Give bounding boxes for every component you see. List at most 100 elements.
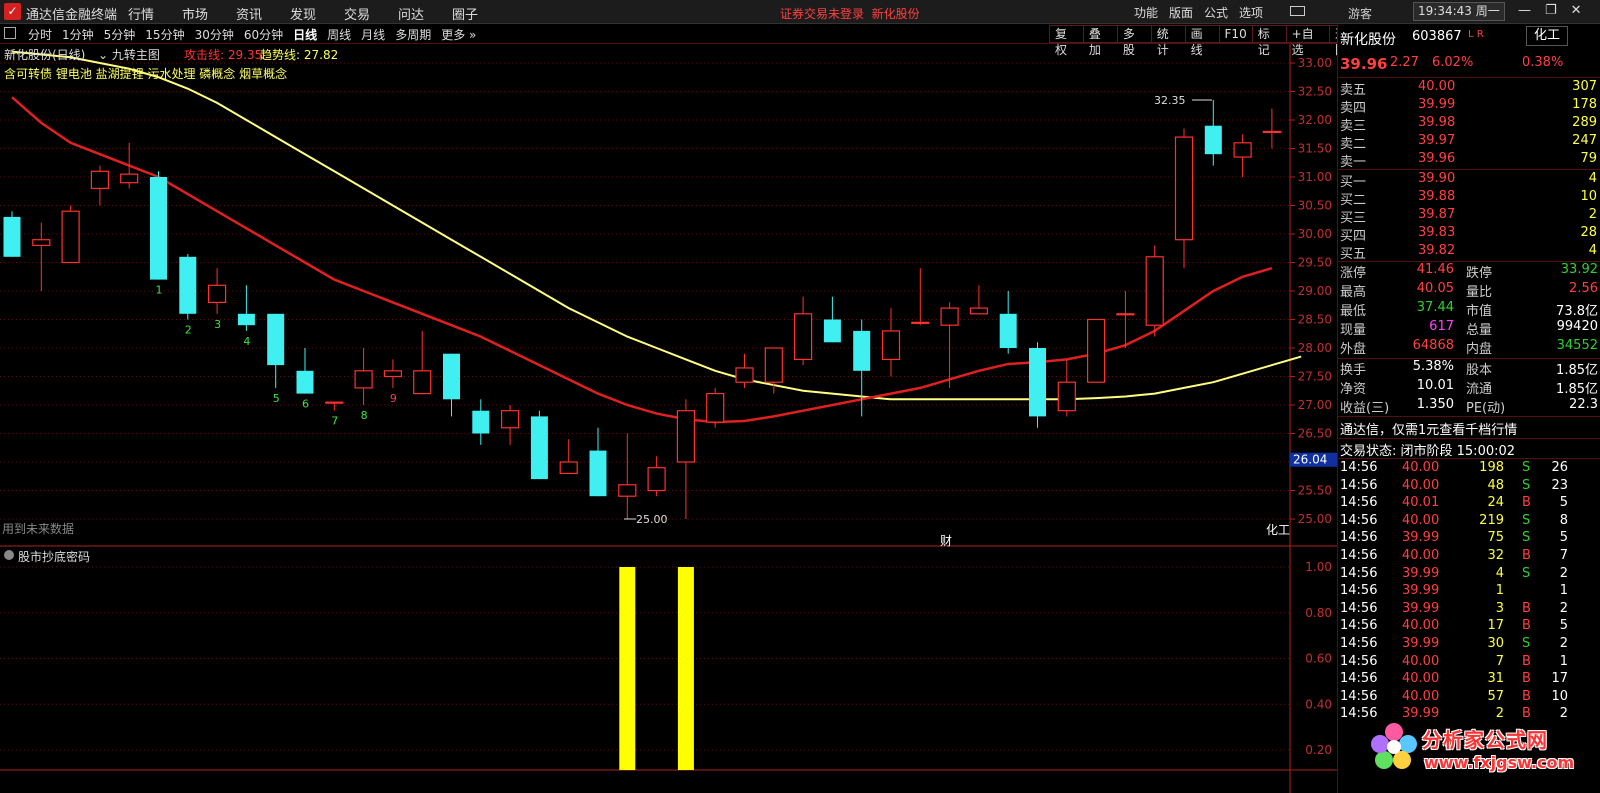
quote-row: 买二 39.88 10: [1338, 189, 1600, 208]
tick-count: 1: [1559, 583, 1568, 599]
tool-button-2[interactable]: 多股: [1116, 25, 1152, 57]
tick-side: B: [1522, 688, 1531, 704]
mail-icon[interactable]: [1290, 6, 1305, 16]
menu-item-2[interactable]: 资讯: [236, 4, 290, 23]
price-tick-label: 27.50: [1298, 370, 1332, 384]
tick-time: 14:56: [1340, 653, 1378, 669]
tick-volume: 57: [1487, 688, 1504, 704]
nine-count-label: 5: [273, 392, 280, 405]
tick-price: 40.00: [1402, 460, 1440, 475]
tab-period-5[interactable]: 60分钟: [244, 26, 283, 43]
tool-button-7[interactable]: +自选: [1285, 25, 1331, 57]
tick-side: S: [1522, 530, 1531, 546]
sector-button[interactable]: 化工: [1526, 26, 1568, 46]
tick-count: 10: [1551, 688, 1568, 704]
promo-link[interactable]: 通达信，仅需1元查看千档行情: [1340, 419, 1517, 438]
watermark-title: 分析家公式网: [1422, 728, 1548, 752]
change-percent: 6.02%: [1432, 55, 1474, 70]
candle-body-up: [1116, 313, 1135, 316]
stat-label: 市值: [1466, 304, 1493, 319]
tab-period-6[interactable]: 日线: [293, 26, 317, 43]
main-indicator-name[interactable]: ⌄ 九转主图: [98, 46, 160, 63]
quote-row: 14:56 40.00 198 S 26: [1338, 460, 1600, 478]
tick-volume: 24: [1487, 495, 1504, 511]
quote-row: 买一 39.90 4: [1338, 171, 1600, 190]
tick-price: 40.00: [1402, 688, 1440, 704]
menu-item-0[interactable]: 行情: [128, 4, 182, 23]
tick-count: 7: [1559, 548, 1568, 563]
tab-period-4[interactable]: 30分钟: [195, 26, 234, 43]
right-menu-item-3[interactable]: 选项: [1239, 4, 1263, 21]
stat-value: 73.8亿: [1556, 304, 1598, 319]
menu-item-3[interactable]: 发现: [290, 4, 344, 23]
tick-volume: 1: [1495, 583, 1504, 599]
candle-body-up: [501, 410, 520, 429]
candle-body-down: [823, 319, 841, 343]
candle-body-up: [1145, 256, 1164, 326]
tick-price: 40.00: [1402, 671, 1440, 687]
stat-value: 37.44: [1416, 300, 1454, 315]
tick-volume: 3: [1495, 600, 1504, 616]
menu-item-6[interactable]: 圈子: [452, 4, 506, 23]
tab-period-2[interactable]: 5分钟: [104, 26, 136, 43]
tool-button-6[interactable]: 标记: [1251, 25, 1287, 57]
menu-item-4[interactable]: 交易: [344, 4, 398, 23]
tab-period-1[interactable]: 1分钟: [62, 26, 94, 43]
trend-line: [11, 50, 1302, 401]
tab-period-10[interactable]: 更多 »: [441, 26, 476, 43]
candle-body-up: [881, 330, 901, 360]
tool-button-0[interactable]: 复权: [1049, 25, 1084, 57]
bid-label: 买三: [1340, 211, 1367, 226]
indicator-toggle-icon[interactable]: [4, 550, 14, 560]
tick-side: B: [1522, 653, 1531, 669]
tick-time: 14:56: [1340, 512, 1378, 528]
bid-price: 39.90: [1418, 171, 1456, 186]
quote-row: 现量 617 总量 99420: [1338, 319, 1600, 338]
tick-count: 17: [1551, 671, 1568, 687]
tab-period-3[interactable]: 15分钟: [145, 26, 184, 43]
finance-marker[interactable]: 财: [940, 532, 952, 549]
kline-chart[interactable]: 33.0032.5032.0031.5031.0030.5030.0029.50…: [0, 44, 1337, 793]
tool-button-4[interactable]: 画线: [1184, 25, 1220, 57]
login-notice[interactable]: 证券交易未登录 新化股份: [780, 5, 920, 22]
stat-value: 99420: [1556, 319, 1598, 334]
tab-period-7[interactable]: 周线: [327, 26, 351, 43]
period-toolbar: 分时 1分钟 5分钟 15分钟 30分钟 60分钟 日线 周线 月线 多周期 更多 » 复权 叠加 多股…: [0, 24, 1364, 57]
right-menu-item-1[interactable]: 版面: [1169, 4, 1193, 21]
stat-label: 跌停: [1466, 266, 1493, 281]
concept-tags[interactable]: 含可转债 锂电池 盐湖提锂 污水处理 磷概念 烟草概念: [4, 65, 287, 82]
quote-row: 14:56 40.01 24 B 5: [1338, 495, 1600, 513]
bid-price: 39.87: [1418, 207, 1456, 222]
stat-value: 64868: [1412, 338, 1454, 353]
tab-period-9[interactable]: 多周期: [395, 26, 431, 43]
watermark-url: www.fxjgsw.com: [1424, 753, 1575, 772]
quote-row: 外盘 64868 内盘 34552: [1338, 338, 1600, 357]
lower-tick-label: 0.40: [1305, 697, 1332, 711]
future-data-note: 用到未来数据: [2, 522, 75, 536]
stat-label: 收益(三): [1340, 401, 1390, 416]
tick-volume: 75: [1487, 530, 1504, 546]
lower-tick-label: 0.80: [1305, 606, 1332, 620]
stock-flags: L R: [1468, 29, 1484, 40]
menu-item-5[interactable]: 问达: [398, 4, 452, 23]
right-menu-item-0[interactable]: 功能: [1134, 4, 1158, 21]
close-icon[interactable]: ✕: [1571, 3, 1582, 18]
minimize-icon[interactable]: —: [1518, 3, 1531, 18]
right-menu-item-2[interactable]: 公式: [1204, 4, 1228, 21]
layout-icon[interactable]: [4, 27, 16, 39]
candle-body-up: [383, 370, 402, 378]
tick-time: 14:56: [1340, 618, 1378, 634]
tool-button-3[interactable]: 统计: [1150, 25, 1186, 57]
tab-period-8[interactable]: 月线: [361, 26, 385, 43]
lower-indicator-name[interactable]: 股市抄底密码: [18, 548, 90, 565]
tool-button-5[interactable]: F10: [1218, 25, 1253, 43]
sector-label[interactable]: 化工: [1266, 521, 1290, 538]
quote-row: 14:56 39.99 4 S 2: [1338, 566, 1600, 584]
tab-period-0[interactable]: 分时: [28, 26, 52, 43]
menu-item-1[interactable]: 市场: [182, 4, 236, 23]
tool-button-1[interactable]: 叠加: [1082, 25, 1118, 57]
maximize-icon[interactable]: ❐: [1545, 3, 1557, 18]
tick-side: S: [1522, 512, 1531, 528]
guest-label[interactable]: 游客: [1348, 5, 1372, 22]
stat-label: 净资: [1340, 382, 1367, 397]
